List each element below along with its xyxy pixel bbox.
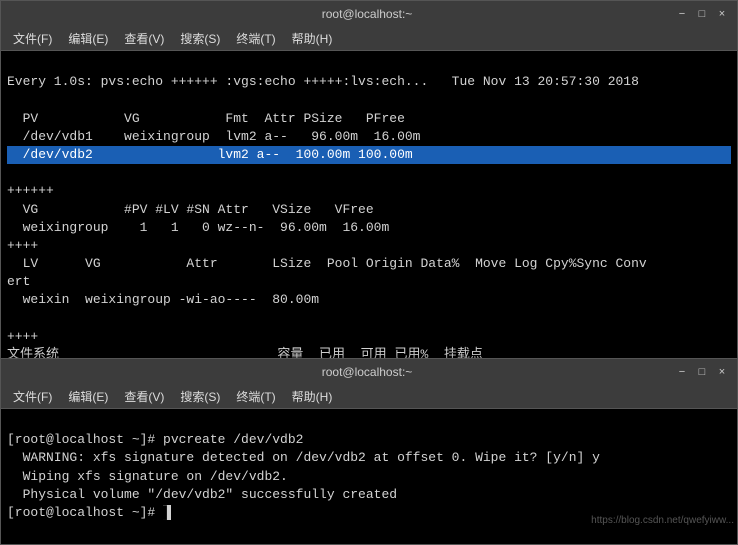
menu-help-bottom[interactable]: 帮助(H) <box>284 386 341 407</box>
line-8: weixingroup 1 1 0 wz--n- 96.00m 16.00m <box>7 220 389 235</box>
line-10: LV VG Attr LSize Pool Origin Data% Move … <box>7 256 647 271</box>
minimize-btn-bottom[interactable]: − <box>675 365 689 379</box>
bottom-line-1: [root@localhost ~]# pvcreate /dev/vdb2 <box>7 432 303 447</box>
line-5-highlighted: /dev/vdb2 lvm2 a-- 100.00m 100.00m <box>7 146 731 164</box>
menu-terminal-bottom[interactable]: 终端(T) <box>228 386 283 407</box>
title-bar-bottom: root@localhost:~ − □ × <box>1 359 737 385</box>
window-controls-top[interactable]: − □ × <box>675 7 729 21</box>
close-btn-top[interactable]: × <box>715 7 729 21</box>
line-14: ++++ <box>7 329 38 344</box>
maximize-btn-bottom[interactable]: □ <box>695 365 709 379</box>
menu-bar-bottom: 文件(F) 编辑(E) 查看(V) 搜索(S) 终端(T) 帮助(H) <box>1 385 737 409</box>
line-4: /dev/vdb1 weixingroup lvm2 a-- 96.00m 16… <box>7 129 420 144</box>
menu-file-top[interactable]: 文件(F) <box>5 28 60 49</box>
line-6: ++++++ <box>7 183 54 198</box>
menu-bar-top: 文件(F) 编辑(E) 查看(V) 搜索(S) 终端(T) 帮助(H) <box>1 27 737 51</box>
menu-view-top[interactable]: 查看(V) <box>116 28 172 49</box>
line-7: VG #PV #LV #SN Attr VSize VFree <box>7 202 374 217</box>
line-9: ++++ <box>7 238 38 253</box>
menu-view-bottom[interactable]: 查看(V) <box>116 386 172 407</box>
maximize-btn-top[interactable]: □ <box>695 7 709 21</box>
bottom-line-4: Physical volume "/dev/vdb2" successfully… <box>7 487 397 502</box>
title-bar-top: root@localhost:~ − □ × <box>1 1 737 27</box>
menu-edit-bottom[interactable]: 编辑(E) <box>60 386 116 407</box>
bottom-line-2: WARNING: xfs signature detected on /dev/… <box>7 450 600 465</box>
menu-search-bottom[interactable]: 搜索(S) <box>172 386 228 407</box>
menu-terminal-top[interactable]: 终端(T) <box>228 28 283 49</box>
menu-search-top[interactable]: 搜索(S) <box>172 28 228 49</box>
menu-edit-top[interactable]: 编辑(E) <box>60 28 116 49</box>
line-1: Every 1.0s: pvs:echo ++++++ :vgs:echo ++… <box>7 74 639 89</box>
terminal-window-top[interactable]: root@localhost:~ − □ × 文件(F) 编辑(E) 查看(V)… <box>0 0 738 406</box>
line-11: ert <box>7 274 30 289</box>
line-13 <box>7 311 15 326</box>
bottom-line-5: [root@localhost ~]# ▌ <box>7 505 171 520</box>
line-2 <box>7 92 15 107</box>
line-3: PV VG Fmt Attr PSize PFree <box>7 111 405 126</box>
title-top: root@localhost:~ <box>59 7 675 21</box>
bottom-line-3: Wiping xfs signature on /dev/vdb2. <box>7 469 288 484</box>
menu-help-top[interactable]: 帮助(H) <box>284 28 341 49</box>
title-bottom: root@localhost:~ <box>59 365 675 379</box>
terminal-content-top: Every 1.0s: pvs:echo ++++++ :vgs:echo ++… <box>1 51 737 405</box>
close-btn-bottom[interactable]: × <box>715 365 729 379</box>
window-controls-bottom[interactable]: − □ × <box>675 365 729 379</box>
watermark: https://blog.csdn.net/qwefyiww... <box>591 515 734 526</box>
menu-file-bottom[interactable]: 文件(F) <box>5 386 60 407</box>
line-12: weixin weixingroup -wi-ao---- 80.00m <box>7 292 319 307</box>
minimize-btn-top[interactable]: − <box>675 7 689 21</box>
